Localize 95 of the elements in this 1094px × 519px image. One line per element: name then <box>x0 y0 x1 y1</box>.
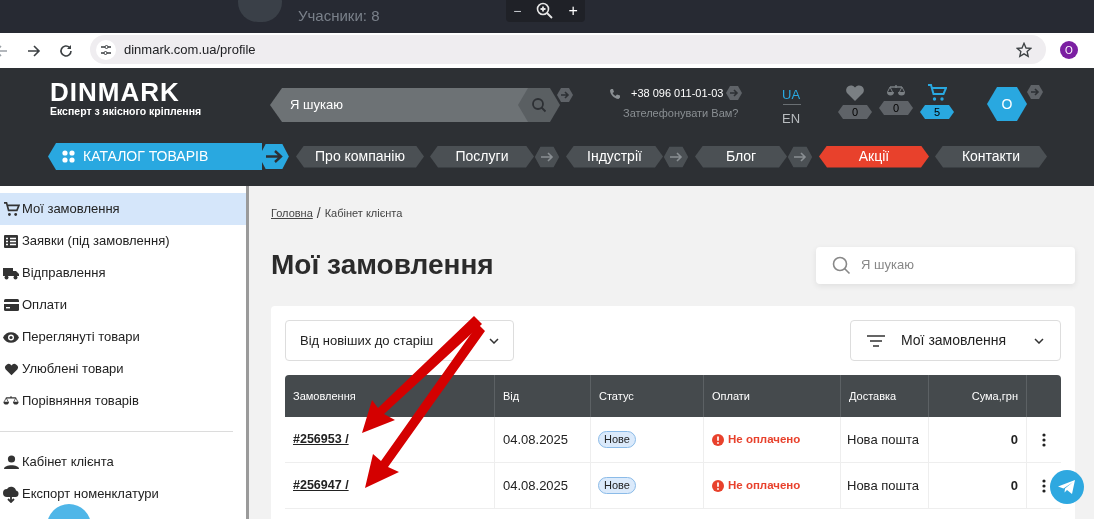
nav-link[interactable]: Про компанію <box>296 145 424 168</box>
forward-icon[interactable] <box>27 44 41 58</box>
payment-status: Не оплачено <box>728 477 801 493</box>
scales-icon[interactable] <box>886 84 906 98</box>
sidebar-item-label: Кабінет клієнта <box>22 453 114 472</box>
page-title: Мої замовлення <box>271 248 494 282</box>
star-icon[interactable] <box>1016 41 1032 58</box>
reload-icon[interactable] <box>59 44 73 58</box>
sidebar-item[interactable]: Мої замовлення <box>0 193 246 225</box>
sidebar-item-label: Улюблені товари <box>22 360 124 379</box>
arrow-icon[interactable] <box>726 85 742 101</box>
alert-icon <box>712 479 724 492</box>
search-icon <box>832 255 851 275</box>
zoom-in-button[interactable]: + <box>568 3 578 19</box>
sidebar-item-label: Переглянуті товари <box>22 328 140 347</box>
column-header: Оплати <box>704 375 841 417</box>
alert-icon <box>712 433 724 446</box>
sidebar-item-label: Експорт номенклатури <box>22 485 159 504</box>
card-icon <box>3 299 19 311</box>
sidebar-item[interactable]: Експорт номенклатури <box>0 478 246 510</box>
truck-icon <box>3 266 19 280</box>
sidebar-item-label: Відправлення <box>22 264 106 283</box>
heart-icon <box>3 362 19 376</box>
column-header: Сума,грн <box>929 375 1027 417</box>
site-settings-icon[interactable] <box>96 39 116 60</box>
address-bar[interactable]: dinmark.com.ua/profile <box>90 35 1046 64</box>
search-field[interactable]: Я шукаю <box>270 88 528 122</box>
zoom-icon[interactable] <box>535 2 554 20</box>
payment-status: Не оплачено <box>728 431 801 447</box>
chevron-down-icon <box>1034 337 1044 344</box>
eye-icon <box>3 331 19 343</box>
sidebar-item[interactable]: Переглянуті товари <box>0 321 246 353</box>
nav-link[interactable]: Контакти <box>935 145 1047 168</box>
filter-icon <box>867 334 885 347</box>
column-header: Від <box>495 375 591 417</box>
cart-icon[interactable] <box>927 84 947 102</box>
sidebar-item-label: Порівняння товарів <box>22 392 139 411</box>
list-icon <box>4 234 18 248</box>
profile-avatar[interactable]: O <box>1060 41 1078 59</box>
more-icon[interactable] <box>1042 478 1046 493</box>
callback-link[interactable]: Зателефонувати Вам? <box>623 105 739 122</box>
status-badge: Нове <box>598 477 636 494</box>
order-sum: 0 <box>1010 476 1018 495</box>
arrow-icon[interactable] <box>557 87 573 103</box>
delivery-method: Нова пошта <box>847 430 919 449</box>
arrow-icon[interactable] <box>663 145 689 168</box>
search-field[interactable]: Я шукаю <box>816 246 1075 284</box>
breadcrumb-link[interactable]: Головна <box>271 205 313 222</box>
tagline: Експерт з якісного кріплення <box>50 105 202 117</box>
column-header: Доставка <box>841 375 929 417</box>
breadcrumb-separator: / <box>316 204 321 223</box>
language-option[interactable]: UA <box>782 85 801 105</box>
order-date: 04.08.2025 <box>503 430 569 449</box>
counter-badge: 0 <box>838 105 872 119</box>
cloud-download-icon <box>3 485 19 503</box>
filter-dropdown[interactable]: Мої замовлення <box>850 320 1061 361</box>
url-text: dinmark.com.ua/profile <box>124 40 256 59</box>
sidebar-item[interactable]: Оплати <box>0 289 246 321</box>
phone-icon <box>609 88 621 100</box>
user-icon <box>3 455 19 469</box>
more-icon[interactable] <box>1042 432 1046 447</box>
arrow-icon[interactable] <box>1027 84 1043 100</box>
search-icon <box>531 97 547 113</box>
sidebar-item[interactable]: Улюблені товари <box>0 353 246 385</box>
counter-badge: 0 <box>879 101 913 115</box>
paper-plane-icon <box>1058 479 1076 495</box>
zoom-out-button[interactable]: − <box>513 4 522 18</box>
grid-icon <box>62 150 75 163</box>
chevron-down-icon <box>489 337 499 344</box>
phone-number[interactable]: +38 096 011-01-03 <box>631 85 724 102</box>
nav-link[interactable]: Акції <box>819 145 929 168</box>
heart-icon[interactable] <box>845 84 865 102</box>
order-sum: 0 <box>1010 430 1018 449</box>
sidebar-item[interactable]: Відправлення <box>0 257 246 289</box>
order-date: 04.08.2025 <box>503 476 569 495</box>
language-option[interactable]: EN <box>782 109 801 129</box>
sidebar-item[interactable]: Заявки (під замовлення) <box>0 225 246 257</box>
counter-badge: 5 <box>920 105 954 119</box>
arrow-icon[interactable] <box>787 145 813 168</box>
logo[interactable]: DINMARK <box>50 79 202 105</box>
breadcrumb-current: Кабінет клієнта <box>324 206 403 222</box>
sidebar-item[interactable]: Порівняння товарів <box>0 385 246 417</box>
scales-icon <box>3 395 19 407</box>
sidebar-item-label: Мої замовлення <box>22 200 120 219</box>
status-badge: Нове <box>598 431 636 448</box>
sidebar-item-label: Заявки (під замовлення) <box>22 232 170 251</box>
order-link[interactable]: #256947 / <box>293 476 349 495</box>
column-header: Статус <box>591 375 704 417</box>
sidebar-item[interactable]: Кабінет клієнта <box>0 446 246 478</box>
sidebar-item-label: Оплати <box>22 296 67 315</box>
delivery-method: Нова пошта <box>847 476 919 495</box>
order-link[interactable]: #256953 / <box>293 430 349 449</box>
participants-label: Учасники: 8 <box>298 6 380 26</box>
arrow-icon[interactable] <box>534 145 560 168</box>
cart-icon <box>2 201 20 217</box>
